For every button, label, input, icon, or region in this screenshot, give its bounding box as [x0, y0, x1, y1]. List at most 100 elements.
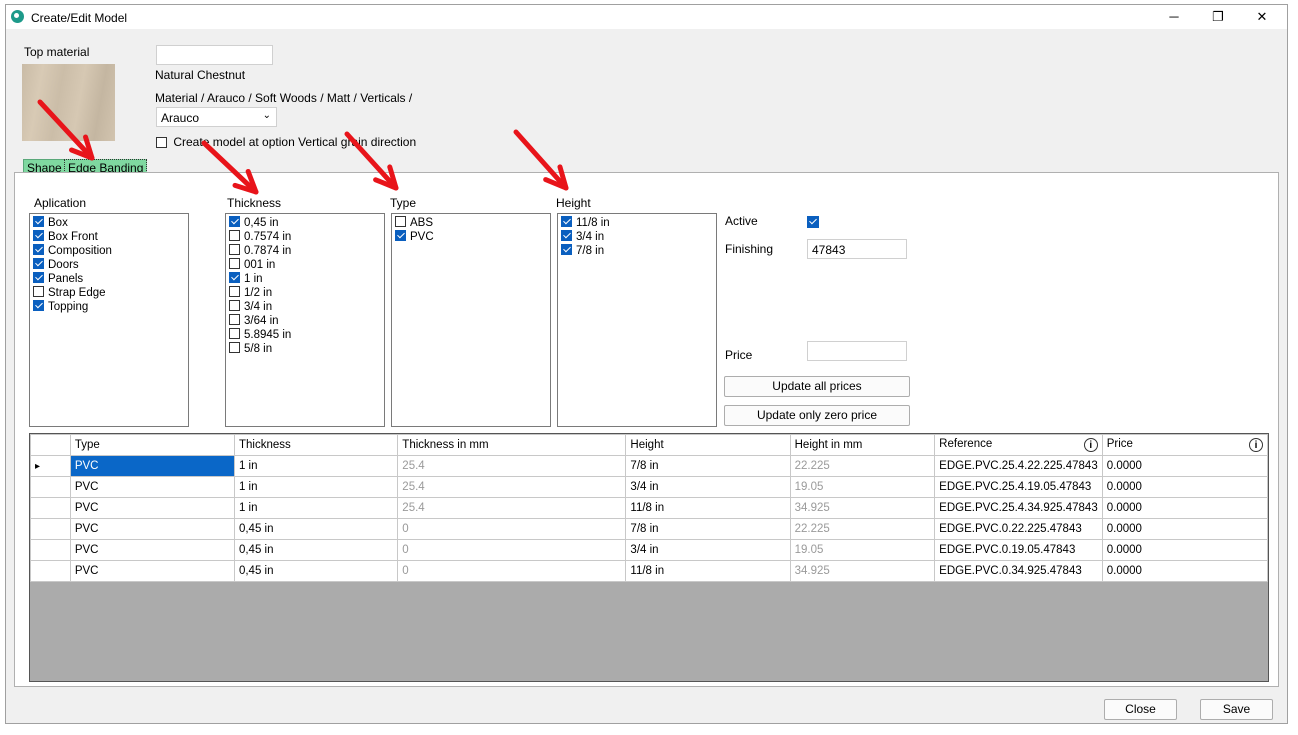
- aplication-item[interactable]: Box: [33, 216, 185, 230]
- thickness-checkbox[interactable]: [229, 286, 240, 298]
- grid-cell[interactable]: 0: [397, 560, 627, 582]
- grid-cell[interactable]: 0: [397, 518, 627, 540]
- thickness-checkbox[interactable]: [229, 342, 240, 354]
- grid-cell[interactable]: 7/8 in: [625, 518, 791, 540]
- close-button[interactable]: Close: [1104, 699, 1177, 720]
- grid-cell[interactable]: PVC: [69, 560, 235, 582]
- save-button[interactable]: Save: [1200, 699, 1273, 720]
- grid-cell[interactable]: 0.0000: [1101, 476, 1268, 498]
- aplication-list[interactable]: Box Box Front Composition Doors Panels Strap …: [29, 213, 189, 427]
- grid-cell[interactable]: 34.925: [789, 497, 936, 519]
- aplication-item[interactable]: Strap Edge: [33, 286, 185, 300]
- grid-cell[interactable]: 19.05: [789, 539, 936, 561]
- grid-cell[interactable]: 0.0000: [1101, 518, 1268, 540]
- grid-cell[interactable]: 11/8 in: [625, 497, 791, 519]
- grid-column-header[interactable]: Type: [69, 434, 235, 456]
- grid-cell[interactable]: 0,45 in: [233, 539, 399, 561]
- type-item[interactable]: ABS: [395, 216, 547, 230]
- grid-cell[interactable]: 0.0000: [1101, 455, 1268, 477]
- grid-cell[interactable]: PVC: [69, 497, 235, 519]
- grid-cell[interactable]: 22.225: [789, 518, 936, 540]
- aplication-checkbox[interactable]: [33, 244, 44, 256]
- grid-column-header[interactable]: Thickness in mm: [397, 434, 627, 456]
- grid-cell[interactable]: PVC: [69, 476, 235, 498]
- material-name-input[interactable]: [156, 45, 273, 65]
- row-header-cell[interactable]: [30, 497, 71, 519]
- grid-cell[interactable]: 0,45 in: [233, 560, 399, 582]
- grid-cell[interactable]: EDGE.PVC.25.4.19.05.47843: [934, 476, 1103, 498]
- thickness-checkbox[interactable]: [229, 230, 240, 242]
- grid-cell[interactable]: 3/4 in: [625, 539, 791, 561]
- active-checkbox[interactable]: [807, 215, 819, 228]
- vertical-grain-checkbox[interactable]: [156, 137, 167, 149]
- grid-cell[interactable]: PVC: [69, 518, 235, 540]
- table-row[interactable]: PVC 0,45 in 0 7/8 in 22.225 EDGE.PVC.0.22.225…: [30, 518, 1268, 540]
- thickness-item[interactable]: 3/4 in: [229, 300, 381, 314]
- grid-cell[interactable]: PVC: [69, 455, 235, 477]
- aplication-item[interactable]: Box Front: [33, 230, 185, 244]
- type-checkbox[interactable]: [395, 216, 406, 228]
- grid-column-header[interactable]: Height: [625, 434, 791, 456]
- thickness-checkbox[interactable]: [229, 216, 240, 228]
- grid-column-header[interactable]: Reference i: [934, 434, 1103, 456]
- aplication-item[interactable]: Topping: [33, 300, 185, 314]
- type-checkbox[interactable]: [395, 230, 406, 242]
- thickness-item[interactable]: 5.8945 in: [229, 328, 381, 342]
- row-header-cell[interactable]: [30, 518, 71, 540]
- grid-cell[interactable]: 3/4 in: [625, 476, 791, 498]
- brand-select[interactable]: Arauco ⌄: [156, 107, 277, 127]
- grid-cell[interactable]: PVC: [69, 539, 235, 561]
- height-checkbox[interactable]: [561, 244, 572, 256]
- thickness-item[interactable]: 0.7574 in: [229, 230, 381, 244]
- aplication-checkbox[interactable]: [33, 286, 44, 298]
- aplication-item[interactable]: Composition: [33, 244, 185, 258]
- grid-cell[interactable]: 0: [397, 539, 627, 561]
- table-row[interactable]: ▸ PVC 1 in 25.4 7/8 in 22.225 EDGE.PVC.25.4.22…: [30, 455, 1268, 477]
- type-list[interactable]: ABS PVC: [391, 213, 551, 427]
- grid-cell[interactable]: 34.925: [789, 560, 936, 582]
- grid-cell[interactable]: 0.0000: [1101, 560, 1268, 582]
- grid-column-header[interactable]: Thickness: [233, 434, 399, 456]
- aplication-checkbox[interactable]: [33, 230, 44, 242]
- grid-cell[interactable]: EDGE.PVC.25.4.22.225.47843: [934, 455, 1103, 477]
- table-row[interactable]: PVC 0,45 in 0 3/4 in 19.05 EDGE.PVC.0.19.05.4…: [30, 539, 1268, 561]
- aplication-checkbox[interactable]: [33, 258, 44, 270]
- aplication-checkbox[interactable]: [33, 216, 44, 228]
- thickness-item[interactable]: 1 in: [229, 272, 381, 286]
- grid-cell[interactable]: 7/8 in: [625, 455, 791, 477]
- grid-cell[interactable]: 22.225: [789, 455, 936, 477]
- grid-cell[interactable]: EDGE.PVC.0.22.225.47843: [934, 518, 1103, 540]
- vertical-grain-option[interactable]: Create model at option Vertical grain di…: [156, 135, 416, 149]
- height-checkbox[interactable]: [561, 216, 572, 228]
- maximize-icon[interactable]: ❐: [1196, 5, 1240, 29]
- info-icon[interactable]: i: [1083, 438, 1098, 452]
- edge-banding-grid[interactable]: Type Thickness Thickness in mm Height Height…: [29, 433, 1269, 682]
- thickness-item[interactable]: 0.7874 in: [229, 244, 381, 258]
- grid-cell[interactable]: 25.4: [397, 497, 627, 519]
- height-item[interactable]: 11/8 in: [561, 216, 713, 230]
- height-list[interactable]: 11/8 in 3/4 in 7/8 in: [557, 213, 717, 427]
- thickness-item[interactable]: 001 in: [229, 258, 381, 272]
- thickness-checkbox[interactable]: [229, 244, 240, 256]
- row-header-cell[interactable]: [30, 560, 71, 582]
- type-item[interactable]: PVC: [395, 230, 547, 244]
- aplication-checkbox[interactable]: [33, 300, 44, 312]
- grid-cell[interactable]: 19.05: [789, 476, 936, 498]
- grid-cell[interactable]: EDGE.PVC.25.4.34.925.47843: [934, 497, 1103, 519]
- thickness-checkbox[interactable]: [229, 300, 240, 312]
- grid-cell[interactable]: 1 in: [233, 455, 399, 477]
- grid-cell[interactable]: EDGE.PVC.0.34.925.47843: [934, 560, 1103, 582]
- table-row[interactable]: PVC 1 in 25.4 3/4 in 19.05 EDGE.PVC.25.4.19.0…: [30, 476, 1268, 498]
- aplication-item[interactable]: Panels: [33, 272, 185, 286]
- grid-cell[interactable]: 1 in: [233, 476, 399, 498]
- info-icon[interactable]: i: [1249, 438, 1263, 452]
- aplication-checkbox[interactable]: [33, 272, 44, 284]
- height-item[interactable]: 7/8 in: [561, 244, 713, 258]
- update-all-prices-button[interactable]: Update all prices: [724, 376, 910, 397]
- row-header-cell[interactable]: ▸: [30, 455, 71, 477]
- grid-cell[interactable]: 0.0000: [1101, 539, 1268, 561]
- height-item[interactable]: 3/4 in: [561, 230, 713, 244]
- row-header-cell[interactable]: [30, 539, 71, 561]
- grid-column-header[interactable]: Price i: [1101, 434, 1268, 456]
- table-row[interactable]: PVC 1 in 25.4 11/8 in 34.925 EDGE.PVC.25.4.34…: [30, 497, 1268, 519]
